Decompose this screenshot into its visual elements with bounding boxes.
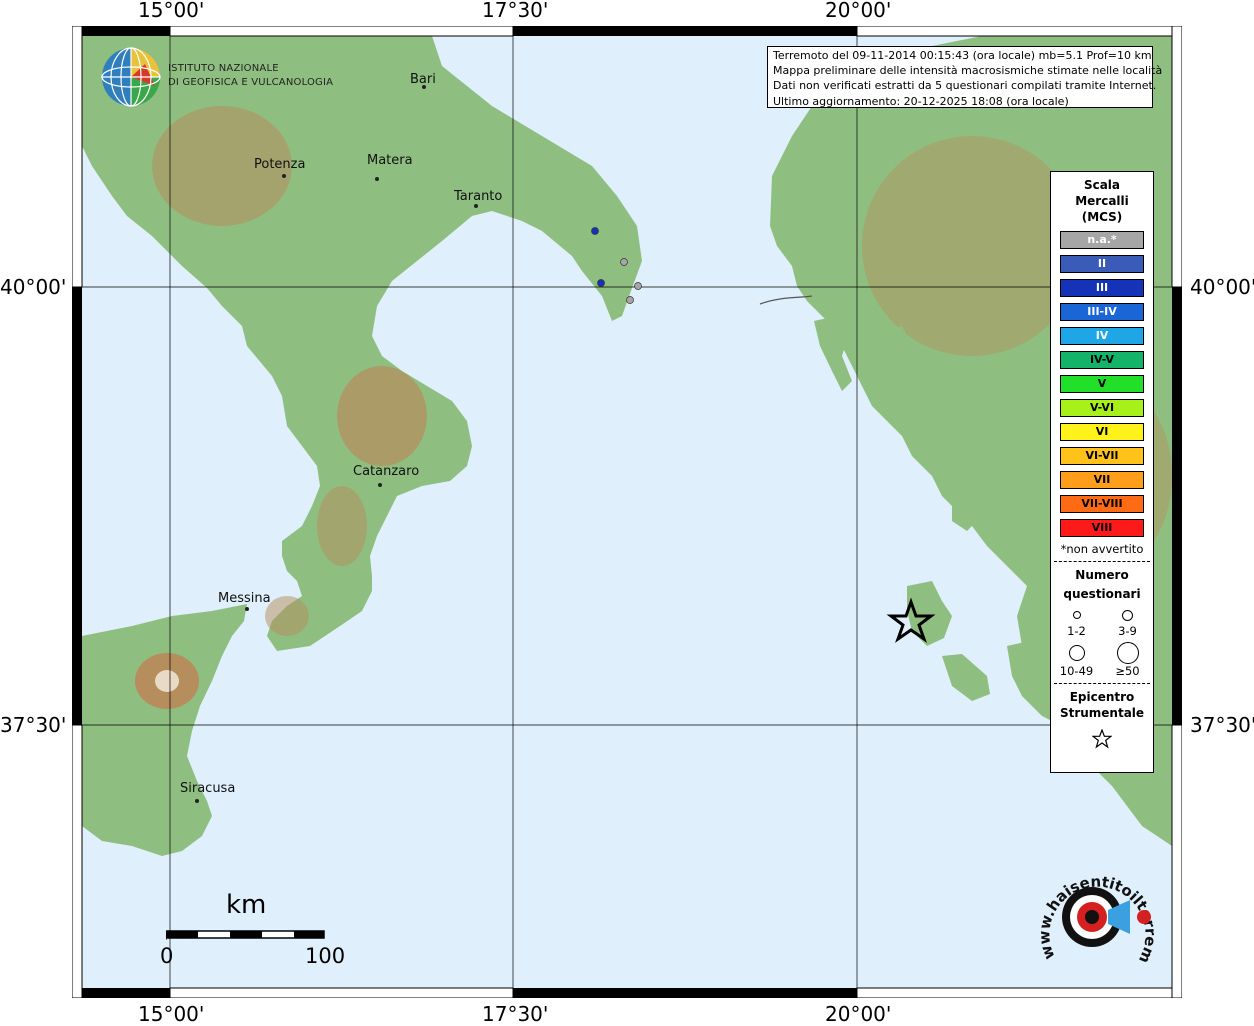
legend-note: *non avvertito (1060, 542, 1144, 556)
count-class-label: 1-2 (1067, 624, 1086, 638)
city-label-catanzaro: Catanzaro (353, 464, 420, 479)
observation-dot (626, 296, 634, 304)
lon-label-bottom-15: 15°00' (138, 1002, 205, 1026)
lat-label-left-37-30: 37°30' (0, 713, 67, 737)
count-class: 1-2 (1051, 606, 1102, 638)
legend-title-line: Scala (1083, 178, 1121, 192)
scale-unit: km (226, 890, 267, 920)
lon-label-top-20: 20°00' (825, 0, 892, 22)
observation-dot (634, 282, 642, 290)
circle-symbol-icon (1116, 642, 1139, 664)
circle-symbol-icon (1072, 611, 1081, 619)
map-frame (72, 26, 1182, 998)
ingv-name-line2: DI GEOFISICA E VULCANOLOGIA (168, 77, 334, 88)
city-label-messina: Messina (218, 591, 271, 606)
event-info-box: Terremoto del 09-11-2014 00:15:43 (ora l… (767, 46, 1163, 108)
event-info-line: Mappa preliminare delle intensità macros… (773, 64, 1163, 78)
lon-label-top-15: 15°00' (138, 0, 205, 22)
legend-swatch: VIII (1060, 519, 1144, 537)
legend-swatch: n.a.* (1060, 231, 1144, 249)
legend-swatch: VI-VII (1060, 447, 1144, 465)
legend-title-line: Mercalli (1075, 194, 1129, 208)
event-info-line: Terremoto del 09-11-2014 00:15:43 (ora l… (773, 49, 1152, 62)
legend-title-line: (MCS) (1081, 210, 1123, 224)
ingv-name: ISTITUTO NAZIONALE DI GEOFISICA E VULCAN… (168, 62, 333, 90)
city-label-potenza: Potenza (254, 157, 306, 172)
epicenter-title-line: Epicentro (1069, 690, 1135, 704)
count-title-line: questionari (1063, 587, 1141, 601)
count-class-label: 3-9 (1118, 624, 1137, 638)
scale-bar-graphic (166, 930, 325, 940)
legend-swatch: IV (1060, 327, 1144, 345)
legend-swatch: IV-V (1060, 351, 1144, 369)
hst-logo: www.haisentitoilterremoto.it (1030, 862, 1160, 966)
city-label-matera: Matera (367, 153, 413, 168)
legend-divider (1054, 683, 1150, 684)
lat-label-right-37-30: 37°30' (1190, 713, 1254, 737)
event-info-line: Ultimo aggiornamento: 20-12-2025 18:08 (… (773, 94, 1069, 108)
circle-symbol-icon (1068, 645, 1085, 661)
epicenter-title-line: Strumentale (1059, 706, 1145, 720)
count-class: 10-49 (1051, 642, 1102, 678)
scale-max: 100 (305, 944, 346, 968)
legend-swatch: III-IV (1060, 303, 1144, 321)
count-class: 3-9 (1102, 606, 1153, 638)
legend-swatch: II (1060, 255, 1144, 273)
legend-swatch: VII (1060, 471, 1144, 489)
ingv-globe-icon (101, 47, 161, 107)
legend-swatch: V-VI (1060, 399, 1144, 417)
lat-label-right-40: 40°00' (1190, 275, 1254, 299)
legend: Scala Mercalli (MCS) n.a.* II III III-IV IV I… (1050, 171, 1154, 773)
observation-dot (620, 258, 628, 266)
count-title-line: Numero (1075, 568, 1129, 582)
city-label-bari: Bari (410, 72, 436, 87)
event-info-line: Dati non verificati estratti da 5 questi… (773, 79, 1157, 93)
legend-swatch: III (1060, 279, 1144, 297)
legend-swatch: VII-VIII (1060, 495, 1144, 513)
legend-swatch: VI (1060, 423, 1144, 441)
count-class: ≥50 (1102, 642, 1153, 678)
epicenter-star-icon (1091, 728, 1113, 749)
lon-label-top-17-30: 17°30' (482, 0, 549, 22)
lon-label-bottom-20: 20°00' (825, 1002, 892, 1026)
map-canvas (72, 26, 1182, 998)
city-label-taranto: Taranto (454, 189, 503, 204)
circle-symbol-icon (1122, 609, 1133, 621)
count-classes: 1-2 3-9 10-49 ≥50 (1051, 606, 1153, 678)
scale-min: 0 (160, 944, 174, 968)
count-class-label: 10-49 (1059, 664, 1094, 678)
scale-bar: km 0 100 (160, 890, 360, 970)
legend-divider (1054, 561, 1150, 562)
observation-dot (597, 279, 605, 287)
city-label-siracusa: Siracusa (180, 781, 236, 796)
count-class-label: ≥50 (1115, 664, 1140, 678)
observation-dot (591, 227, 599, 235)
lon-label-bottom-17-30: 17°30' (482, 1002, 549, 1026)
lat-label-left-40: 40°00' (0, 275, 67, 299)
legend-swatch: V (1060, 375, 1144, 393)
ingv-name-line1: ISTITUTO NAZIONALE (168, 63, 279, 74)
legend-levels: n.a.* II III III-IV IV IV-V V V-VI VI VI-VII VII VI… (1051, 231, 1153, 537)
